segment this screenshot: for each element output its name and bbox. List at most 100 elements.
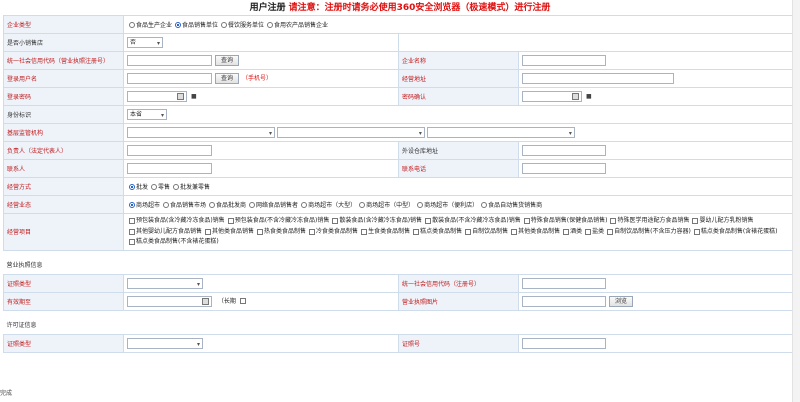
business-mode-options: 批发 零售 批发兼零售 — [123, 177, 793, 196]
business-item-checkbox[interactable] — [511, 228, 518, 235]
business-format-radio-1[interactable] — [163, 201, 170, 208]
business-item: 盐类 — [583, 227, 605, 238]
identity-label: 身份标识 — [3, 105, 124, 124]
credit-code-query-button[interactable]: 查询 — [215, 55, 240, 66]
business-item-checkbox[interactable] — [607, 228, 614, 235]
business-item-checkbox[interactable] — [332, 218, 339, 224]
password-input[interactable] — [127, 91, 187, 102]
contact-phone-input[interactable] — [522, 163, 606, 174]
business-item-checkbox[interactable] — [425, 218, 432, 224]
business-item-label: 预包装食品(不含冷藏冷冻食品)销售 — [234, 217, 330, 224]
business-item-checkbox[interactable] — [205, 228, 212, 235]
vertical-scrollbar[interactable] — [792, 0, 800, 402]
business-item-checkbox[interactable] — [361, 228, 368, 235]
browse-button[interactable]: 浏览 — [609, 295, 634, 307]
small-shop-select[interactable]: 否 ▾ — [127, 37, 163, 48]
enterprise-type-radio-0[interactable] — [129, 21, 135, 28]
business-item: 糕点类食品制售(含裱花蛋糕) — [692, 227, 779, 238]
business-format-radio-7[interactable] — [481, 201, 488, 208]
company-name-input[interactable] — [522, 55, 606, 66]
business-items-options: 预包装食品(含冷藏冷冻食品)销售 预包装食品(不含冷藏冷冻食品)销售 散装食品(含冷… — [123, 213, 793, 251]
browser-notice: 请注意：注册时请务必使用360安全浏览器（极速模式）进行注册 — [288, 3, 551, 13]
enterprise-type-radio-3[interactable] — [267, 21, 274, 28]
business-item: 自制饮品制售(不含压力容器) — [605, 227, 692, 238]
legal-person-input[interactable] — [127, 145, 212, 156]
business-mode-radio-1[interactable] — [151, 183, 158, 190]
business-format-radio-4[interactable] — [301, 201, 308, 208]
business-item-checkbox[interactable] — [309, 228, 316, 235]
business-item-label: 自制饮品制售 — [472, 227, 509, 235]
business-item-checkbox[interactable] — [585, 228, 592, 235]
login-user-input[interactable] — [127, 73, 212, 84]
business-item-label: 糕点类食品制售(含裱花蛋糕) — [700, 227, 778, 235]
long-term-label: （长期 — [217, 297, 236, 305]
business-address-input[interactable] — [522, 73, 674, 84]
other-address-label: 外设仓库地址 — [398, 141, 519, 160]
chevron-down-icon: ▾ — [196, 280, 200, 288]
business-item-checkbox[interactable] — [610, 218, 617, 224]
long-term-checkbox[interactable] — [239, 298, 246, 304]
other-address-input[interactable] — [522, 145, 606, 156]
password-confirm-input[interactable] — [522, 91, 582, 102]
business-item-checkbox[interactable] — [227, 218, 234, 224]
business-item-label: 冷食类食品制售 — [316, 227, 359, 235]
supervision-district-select[interactable]: ▾ — [276, 127, 425, 138]
business-format-option-label: 食品批发商 — [216, 202, 247, 209]
permit-no-input[interactable] — [522, 337, 606, 349]
business-format-radio-3[interactable] — [249, 201, 256, 208]
license-credit-code-input[interactable] — [522, 277, 606, 289]
small-shop-label: 是否小销售店 — [3, 33, 124, 52]
business-item-checkbox[interactable] — [693, 228, 700, 235]
business-item-checkbox[interactable] — [413, 228, 420, 235]
business-format-radio-2[interactable] — [209, 201, 216, 208]
page-title: 用户注册 请注意：注册时请务必使用360安全浏览器（极速模式）进行注册 — [0, 1, 800, 15]
business-format-option-label: 食品自动售货销售商 — [488, 202, 543, 209]
identity-select[interactable]: 本省 ▾ — [127, 109, 167, 120]
license-type-select[interactable]: ▾ — [127, 277, 203, 289]
business-item-checkbox[interactable] — [129, 218, 135, 224]
business-mode-radio-0[interactable] — [129, 183, 135, 190]
business-format-radio-5[interactable] — [359, 201, 366, 208]
contact-input[interactable] — [127, 163, 212, 174]
permit-type-select[interactable]: ▾ — [127, 337, 203, 349]
business-format-option-label: 商场超市（中型） — [366, 202, 415, 209]
business-item: 糕点类食品制售 — [411, 227, 463, 238]
validity-date-input[interactable] — [127, 295, 212, 307]
license-credit-code-label: 统一社会信用代码（注册号） — [398, 273, 519, 293]
enterprise-type-radio-2[interactable] — [221, 21, 228, 28]
enterprise-type-option-label: 食用农产品销售企业 — [274, 22, 329, 29]
business-mode-option-label: 批发兼零售 — [180, 184, 211, 191]
business-items-label: 经营项目 — [3, 213, 124, 251]
business-item-checkbox[interactable] — [257, 228, 264, 235]
license-type-label: 证照类型 — [3, 273, 124, 293]
license-image-path[interactable] — [522, 295, 606, 307]
business-format-radio-0[interactable] — [129, 201, 135, 208]
business-item: 婴幼儿配方乳粉销售 — [690, 216, 754, 227]
enterprise-type-option-label: 食品销售单位 — [182, 22, 219, 29]
login-user-query-button[interactable]: 查询 — [215, 73, 240, 84]
business-mode-radio-2[interactable] — [173, 183, 180, 190]
business-item-checkbox[interactable] — [523, 218, 530, 224]
business-item-checkbox[interactable] — [129, 228, 135, 235]
business-item-label: 特殊医学用途配方食品销售 — [617, 217, 690, 224]
business-address-label: 经营地址 — [398, 69, 519, 88]
business-item-label: 其他类食品销售 — [212, 227, 255, 235]
business-item-label: 其他类食品制售 — [518, 227, 561, 235]
business-item-checkbox[interactable] — [563, 228, 570, 235]
chevron-down-icon: ▾ — [160, 112, 164, 119]
enterprise-type-radio-1[interactable] — [175, 21, 182, 28]
business-item-checkbox[interactable] — [129, 239, 135, 245]
license-image-label: 营业执照图片 — [398, 291, 519, 311]
company-name-label: 企业名称 — [398, 51, 519, 70]
calendar-icon — [202, 297, 209, 305]
credit-code-label: 统一社会信用代码（营业执照注册号） — [3, 51, 124, 70]
supervision-station-select[interactable]: ▾ — [426, 127, 575, 138]
business-format-radio-6[interactable] — [417, 201, 424, 208]
supervision-city-select[interactable]: ▾ — [127, 127, 275, 138]
business-item-checkbox[interactable] — [465, 228, 472, 235]
contact-phone-label: 联系电话 — [398, 159, 519, 178]
business-item-checkbox[interactable] — [692, 218, 699, 224]
credit-code-input[interactable] — [127, 55, 212, 66]
row-enterprise-type: 企业类型 食品生产企业 食品销售单位 餐饮服务单位 食用农产品销售企业 — [3, 15, 793, 34]
business-item-label: 热食类食品制售 — [264, 227, 307, 235]
